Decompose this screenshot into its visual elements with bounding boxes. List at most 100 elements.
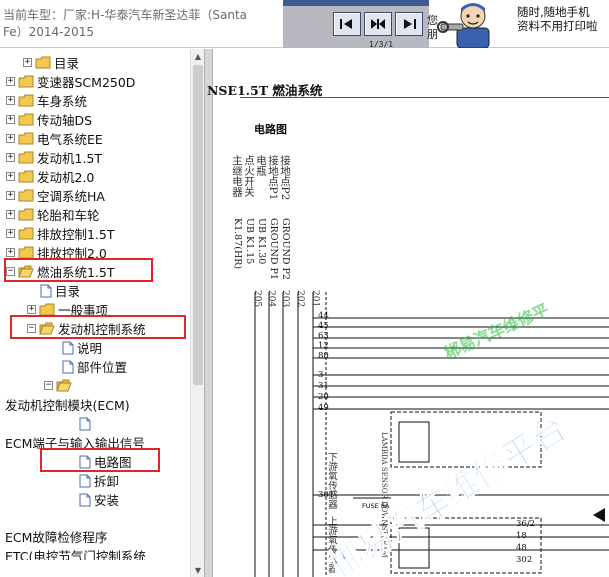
label-ground-p2: 接地点P2 xyxy=(279,155,291,201)
downstream-sensor-label: 下游氧传感器 xyxy=(326,452,337,509)
pin-label: 44 xyxy=(318,311,329,321)
expand-icon[interactable]: + xyxy=(6,210,15,219)
tree-item-label: 拆卸 xyxy=(94,474,120,489)
pin-label: 48 xyxy=(516,543,527,553)
expand-icon[interactable]: + xyxy=(23,58,32,67)
step-back-icon xyxy=(340,19,352,29)
folder-icon xyxy=(18,94,34,107)
pin-label: 49 xyxy=(318,403,329,413)
label-main-relay: 主继电器 xyxy=(231,155,243,197)
document-icon xyxy=(79,417,91,430)
mobile-promo: 随时,随地手机 资料不用打印啦 xyxy=(517,5,609,33)
pin-label: 3 xyxy=(318,370,324,380)
label-k1-87: K1.87(HR) xyxy=(232,218,243,270)
tree-item-label: 发动机2.0 xyxy=(37,170,95,185)
pin-label: 36/2 xyxy=(516,519,536,529)
folder-icon xyxy=(18,151,34,164)
collapse-icon[interactable]: − xyxy=(44,381,53,390)
label-ub-k1-15: UB K1.15 xyxy=(244,218,255,265)
tree-item-label: ETC(电控节气门控制系统 xyxy=(5,549,146,560)
expand-icon[interactable]: + xyxy=(6,77,15,86)
tree-item-engine-2-0[interactable]: + 发动机2.0 xyxy=(6,167,94,186)
tree-item-label: 电气系统EE xyxy=(37,132,103,147)
scroll-up-icon[interactable]: ▲ xyxy=(191,49,205,63)
tree-item-body[interactable]: + 车身系统 xyxy=(6,91,87,110)
tree-item-label: 发动机1.5T xyxy=(37,151,103,166)
next-page-button[interactable] xyxy=(395,12,423,36)
scroll-down-icon[interactable]: ▼ xyxy=(191,563,205,577)
tree-item-installation[interactable]: 安装 xyxy=(79,490,119,509)
mechanic-mascot-icon xyxy=(437,3,490,48)
arrow-icon xyxy=(593,508,605,522)
tree-item-description[interactable]: 说明 xyxy=(62,338,102,357)
tree-item-label: 车身系统 xyxy=(37,94,88,109)
scroll-thumb[interactable] xyxy=(193,65,203,385)
folder-icon xyxy=(35,56,51,69)
tree-item-ecm[interactable]: 发动机控制模块(ECM) xyxy=(5,395,130,414)
expand-icon[interactable]: + xyxy=(6,229,15,238)
navigation-tree: + 目录 + 变速器SCM250D + 车身系统 + 传动轴DS + 电气系统E… xyxy=(0,49,190,577)
promo-line-2: 资料不用打印啦 xyxy=(517,19,598,33)
expand-icon[interactable]: + xyxy=(6,191,15,200)
expand-icon[interactable]: + xyxy=(6,248,15,257)
pin-label: 31 xyxy=(318,381,329,391)
tree-item-label: 排放控制1.5T xyxy=(37,227,115,242)
tree-item-driveshaft[interactable]: + 传动轴DS xyxy=(6,110,92,129)
vehicle-line-2: Fe）2014-2015 xyxy=(3,25,95,39)
tree-item-label: 目录 xyxy=(54,56,80,71)
expand-icon[interactable]: + xyxy=(27,305,36,314)
open-folder-icon xyxy=(56,379,72,392)
tree-item-engine-1-5t[interactable]: + 发动机1.5T xyxy=(6,148,102,167)
first-last-page-button[interactable] xyxy=(364,12,392,36)
folder-icon xyxy=(18,75,34,88)
split-arrows-icon xyxy=(371,19,385,29)
tree-item-tires[interactable]: + 轮胎和车轮 xyxy=(6,205,100,224)
pin-label: 45 xyxy=(318,321,329,331)
tree-item-component-location[interactable]: 部件位置 xyxy=(62,357,127,376)
title-divider xyxy=(240,97,609,98)
toolbar-strip xyxy=(283,0,429,6)
tree-item-hvac[interactable]: + 空调系统HA xyxy=(6,186,105,205)
folder-icon xyxy=(18,189,34,202)
tree-item-electrical[interactable]: + 电气系统EE xyxy=(6,129,103,148)
document-icon xyxy=(79,474,91,487)
folder-icon xyxy=(18,132,34,145)
tree-item-label: 轮胎和车轮 xyxy=(37,208,100,223)
pin-label-list: 44 45 63 12 80 xyxy=(318,311,329,361)
expand-icon[interactable]: + xyxy=(6,172,15,181)
tree-item-contents[interactable]: + 目录 xyxy=(23,53,79,72)
document-subtitle: 电路图 xyxy=(254,123,287,136)
expand-icon[interactable]: + xyxy=(6,115,15,124)
expand-icon[interactable]: + xyxy=(6,96,15,105)
label-ground-p1: 接地点P1 xyxy=(267,155,279,201)
folder-icon xyxy=(18,208,34,221)
tree-item-label: ECM故障检修程序 xyxy=(5,530,108,545)
pin-label: 12 xyxy=(318,341,329,351)
document-icon xyxy=(40,284,52,297)
pane-splitter[interactable] xyxy=(204,49,213,577)
highlight-box xyxy=(40,448,160,472)
tree-item-ecm-troubleshoot[interactable]: ECM故障检修程序 xyxy=(5,527,107,546)
tree-item-removal[interactable]: 拆卸 xyxy=(79,471,119,490)
folder-icon xyxy=(18,113,34,126)
tree-item-label: 变速器SCM250D xyxy=(37,75,136,90)
expand-icon[interactable]: + xyxy=(6,134,15,143)
document-icon xyxy=(62,360,74,373)
expand-icon[interactable]: + xyxy=(6,153,15,162)
highlight-box xyxy=(4,258,153,282)
pin-label: 63 xyxy=(318,331,329,341)
label-ub-k1-30: UB K1.30 xyxy=(256,218,267,265)
tree-item-fuel-contents[interactable]: 目录 xyxy=(40,281,80,300)
vehicle-line-1: 当前车型：厂家:H-华泰汽车新圣达菲（Santa xyxy=(3,8,248,22)
tree-scrollbar[interactable]: ▲ ▼ xyxy=(190,49,204,577)
tree-item-ecm-folder[interactable]: − xyxy=(44,376,75,395)
previous-page-button[interactable] xyxy=(333,12,361,36)
folder-icon xyxy=(18,227,34,240)
tree-item-emission-1-5t[interactable]: + 排放控制1.5T xyxy=(6,224,115,243)
tree-item-ecm-page[interactable] xyxy=(79,414,94,433)
tree-item-etc[interactable]: ETC(电控节气门控制系统 xyxy=(5,546,146,560)
tree-item-transmission[interactable]: + 变速器SCM250D xyxy=(6,72,135,91)
pin-label: 20 xyxy=(318,392,329,402)
pin-label: 302 xyxy=(516,555,533,565)
document-icon xyxy=(79,493,91,506)
